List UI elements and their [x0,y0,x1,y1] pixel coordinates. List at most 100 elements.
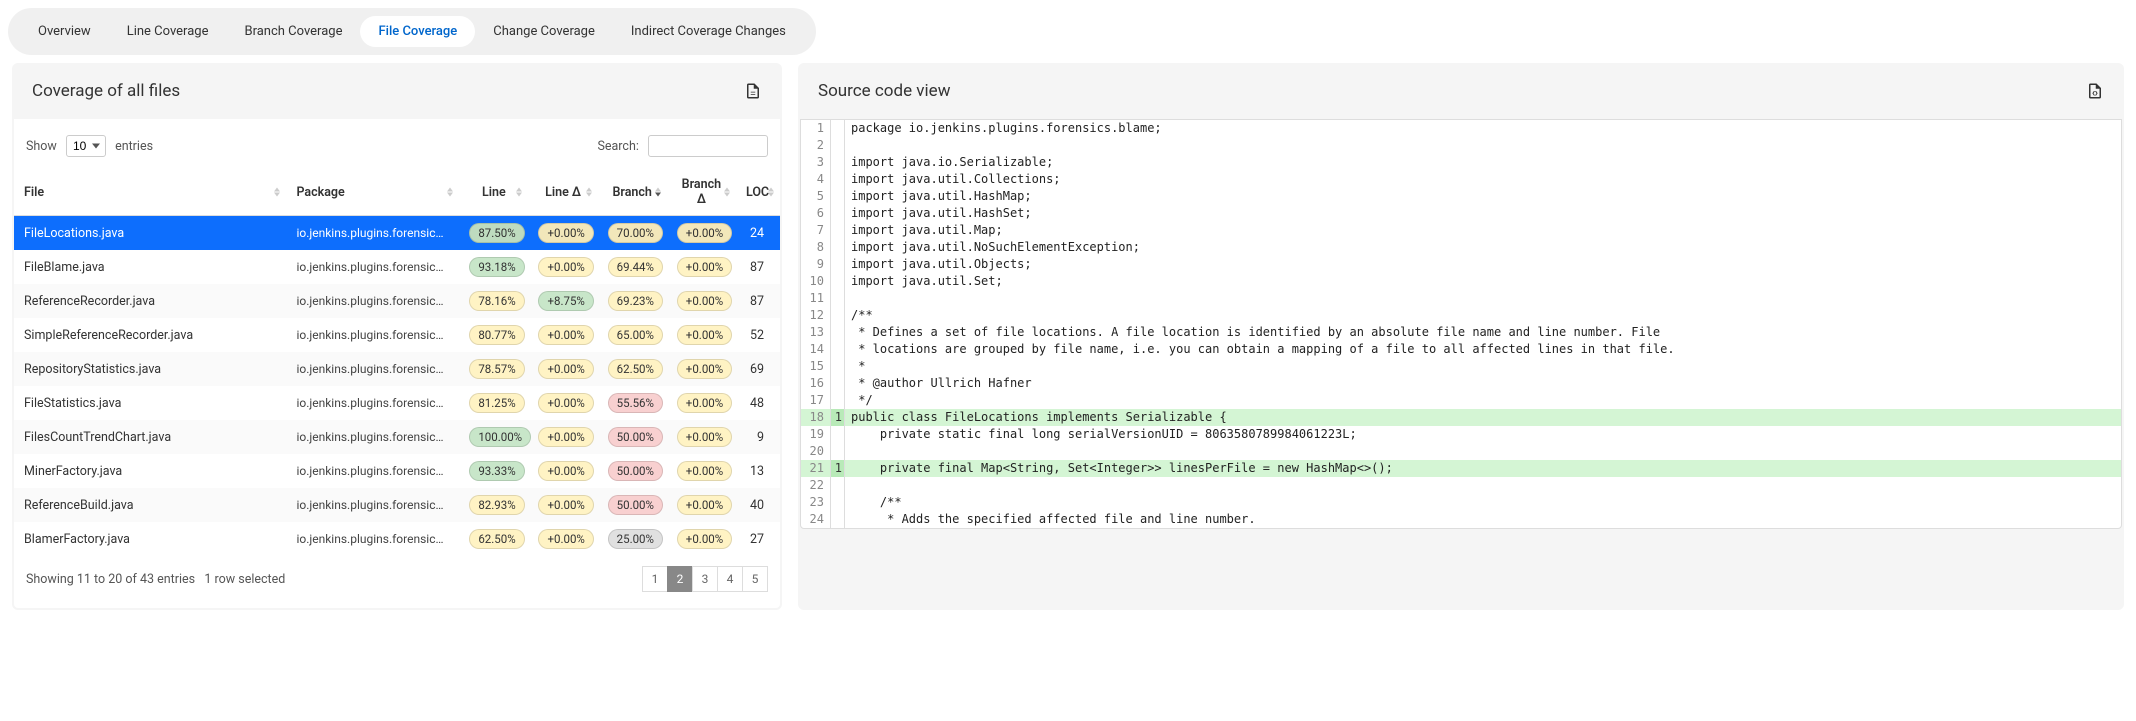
page-4[interactable]: 4 [717,566,743,592]
entries-select[interactable]: 10 [66,135,106,157]
branch-pill: 62.50% [608,359,663,379]
line-delta-pill: +0.00% [538,257,593,277]
line-number: 8 [801,239,831,256]
hits [831,324,845,341]
hits: 1 [831,460,845,477]
file-cell: ReferenceBuild.java [14,488,286,522]
table-row[interactable]: FileBlame.javaio.jenkins.plugins.forensi… [14,250,780,284]
tab-overview[interactable]: Overview [20,16,109,47]
table-row[interactable]: ReferenceRecorder.javaio.jenkins.plugins… [14,284,780,318]
line-number: 1 [801,120,831,137]
line-number: 2 [801,137,831,154]
file-cell: SimpleReferenceRecorder.java [14,318,286,352]
line-pill: 87.50% [469,223,524,243]
table-row[interactable]: FilesCountTrendChart.javaio.jenkins.plug… [14,420,780,454]
branch-delta-pill: +0.00% [677,529,732,549]
column-file[interactable]: File [14,169,286,216]
search-input[interactable] [648,135,768,157]
hits [831,171,845,188]
file-cell: MinerFactory.java [14,454,286,488]
line-number: 11 [801,290,831,307]
table-row[interactable]: RepositoryStatistics.javaio.jenkins.plug… [14,352,780,386]
line-pill: 62.50% [469,529,524,549]
page-1[interactable]: 1 [642,566,668,592]
loc-cell: 9 [736,420,780,454]
line-delta-pill: +0.00% [538,359,593,379]
line-pill: 100.00% [469,427,531,447]
hits [831,222,845,239]
table-row[interactable]: BlamerFactory.javaio.jenkins.plugins.for… [14,522,780,556]
code-line: 8import java.util.NoSuchElementException… [801,239,2121,256]
document-icon[interactable] [744,82,762,100]
tab-line-coverage[interactable]: Line Coverage [109,16,227,47]
code-line: 10 import java.util.Set; [801,273,2121,290]
code-line: 181public class FileLocations implements… [801,409,2121,426]
source-text: import java.util.Set; [845,273,2121,290]
line-number: 23 [801,494,831,511]
package-cell: io.jenkins.plugins.forensics.blame [286,216,459,251]
line-number: 19 [801,426,831,443]
table-row[interactable]: FileLocations.javaio.jenkins.plugins.for… [14,216,780,251]
package-cell: io.jenkins.plugins.forensics.miner [286,454,459,488]
source-text [845,137,2121,154]
source-text: * locations are grouped by file name, i.… [845,341,2121,358]
code-line: 211 private final Map<String, Set<Intege… [801,460,2121,477]
file-cell: ReferenceRecorder.java [14,284,286,318]
branch-delta-pill: +0.00% [677,495,732,515]
page-3[interactable]: 3 [692,566,718,592]
loc-cell: 87 [736,284,780,318]
tab-indirect-coverage-changes[interactable]: Indirect Coverage Changes [613,16,804,47]
source-code-panel: Source code view 1package io.jenkins.plu… [798,63,2124,610]
show-label: Show [26,139,57,154]
line-delta-pill: +0.00% [538,461,593,481]
line-pill: 80.77% [469,325,524,345]
table-row[interactable]: ReferenceBuild.javaio.jenkins.plugins.fo… [14,488,780,522]
line-number: 10 [801,273,831,290]
search-label: Search: [597,139,638,154]
column-loc[interactable]: LOC [736,169,780,216]
branch-delta-pill: +0.00% [677,291,732,311]
line-pill: 93.18% [469,257,524,277]
branch-delta-pill: +0.00% [677,427,732,447]
table-row[interactable]: FileStatistics.javaio.jenkins.plugins.fo… [14,386,780,420]
branch-pill: 50.00% [608,495,663,515]
hits [831,307,845,324]
page-5[interactable]: 5 [742,566,768,592]
column-line[interactable]: Line [459,169,528,216]
loc-cell: 69 [736,352,780,386]
line-delta-pill: +0.00% [538,529,593,549]
column-branch-[interactable]: Branch Δ [667,169,736,216]
branch-delta-pill: +0.00% [677,223,732,243]
tab-file-coverage[interactable]: File Coverage [360,16,475,47]
package-cell: io.jenkins.plugins.forensics.reference [286,318,459,352]
table-row[interactable]: MinerFactory.javaio.jenkins.plugins.fore… [14,454,780,488]
hits [831,494,845,511]
column-branch[interactable]: Branch [598,169,667,216]
code-line: 7import java.util.Map; [801,222,2121,239]
tab-branch-coverage[interactable]: Branch Coverage [226,16,360,47]
entries-label: entries [115,139,153,154]
table-row[interactable]: SimpleReferenceRecorder.javaio.jenkins.p… [14,318,780,352]
code-area[interactable]: 1package io.jenkins.plugins.forensics.bl… [800,119,2122,529]
source-text: import java.util.Collections; [845,171,2121,188]
coverage-table: FilePackageLineLine ΔBranchBranch ΔLOC F… [14,169,780,556]
tab-change-coverage[interactable]: Change Coverage [475,16,613,47]
branch-pill: 25.00% [608,529,663,549]
source-text: private static final long serialVersionU… [845,426,2121,443]
hits [831,375,845,392]
code-line: 20 [801,443,2121,460]
line-number: 4 [801,171,831,188]
page-2[interactable]: 2 [667,566,693,592]
hits [831,205,845,222]
coverage-files-panel: Coverage of all files Show 10 entries Se… [12,63,782,610]
hits [831,511,845,528]
column-line-[interactable]: Line Δ [528,169,597,216]
line-number: 12 [801,307,831,324]
panel-title-left: Coverage of all files [32,81,180,101]
column-package[interactable]: Package [286,169,459,216]
code-file-icon[interactable] [2086,82,2104,100]
line-number: 20 [801,443,831,460]
coverage-tabs: OverviewLine CoverageBranch CoverageFile… [8,8,816,55]
code-line: 2 [801,137,2121,154]
code-line: 1package io.jenkins.plugins.forensics.bl… [801,120,2121,137]
